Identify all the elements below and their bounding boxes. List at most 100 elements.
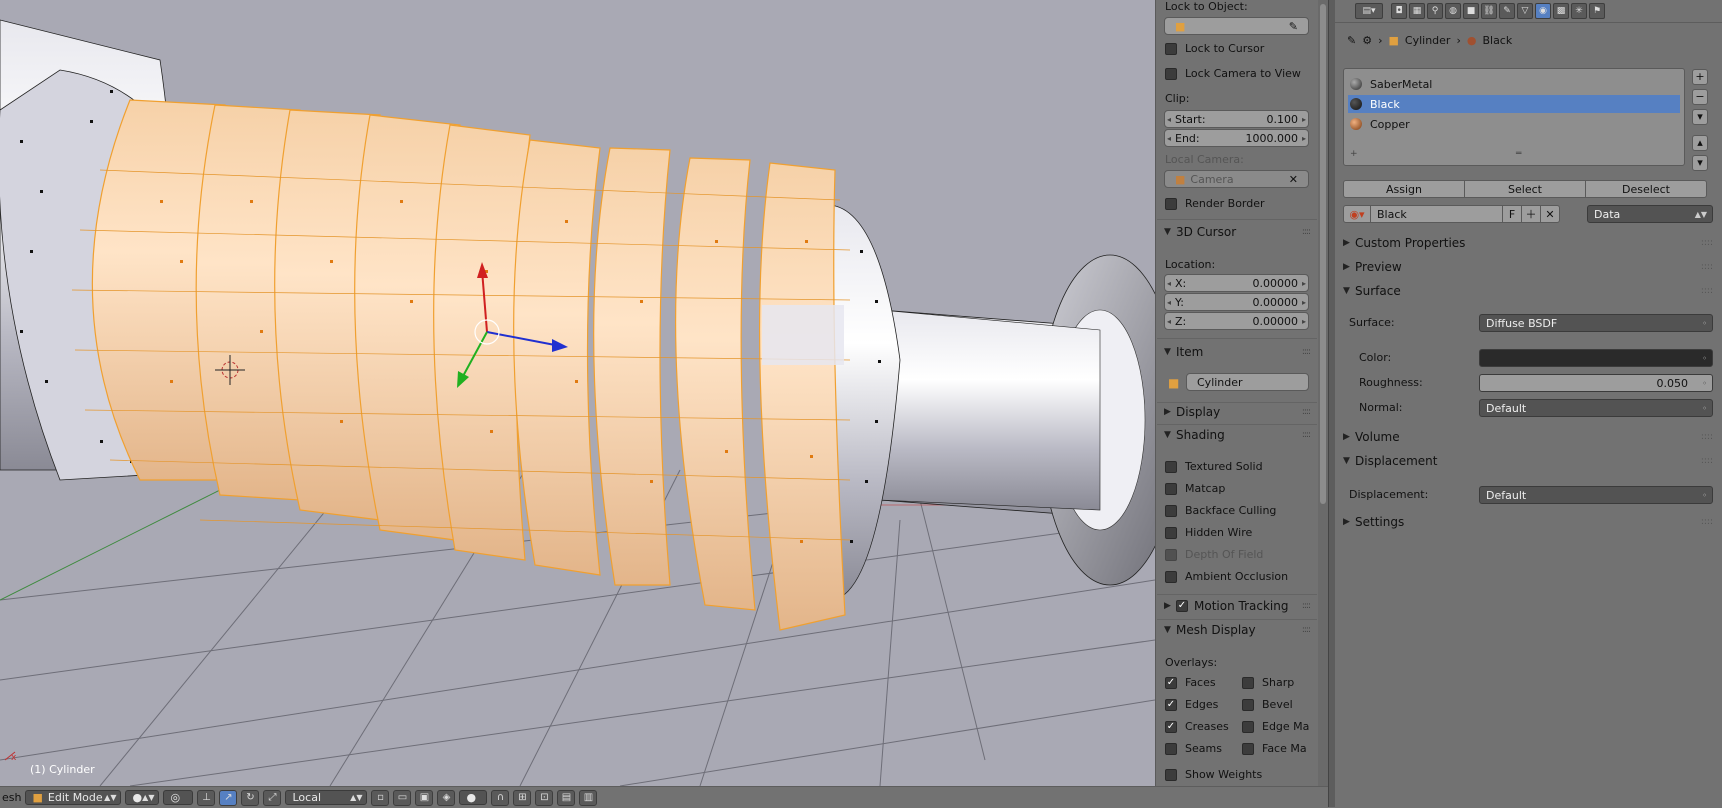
volume-panel-header[interactable]: ▶ Volume:::: <box>1343 430 1713 444</box>
pin-icon[interactable]: ✎ <box>1347 34 1356 47</box>
editor-menu-fragment[interactable]: esh <box>2 791 21 804</box>
cursor-y-field[interactable]: Y:0.00000 <box>1164 293 1309 311</box>
seams-overlay-checkbox[interactable]: Seams <box>1165 742 1222 755</box>
ambient-occlusion-checkbox[interactable]: Ambient Occlusion <box>1165 570 1288 583</box>
cursor-x-field[interactable]: X:0.00000 <box>1164 274 1309 292</box>
bevel-overlay-checkbox[interactable]: Bevel <box>1242 698 1293 711</box>
snap-target-icon[interactable]: ⊡ <box>535 789 554 806</box>
item-section-header[interactable]: ▼ Item:::: <box>1164 345 1311 359</box>
object-tab-icon[interactable]: ■ <box>1463 3 1479 19</box>
roughness-slider[interactable]: 0.050 ◦ <box>1479 374 1713 392</box>
translate-manipulator-icon[interactable]: ↗ <box>219 789 238 806</box>
move-slot-down-button[interactable]: ▾ <box>1692 155 1708 171</box>
motion-tracking-checkbox[interactable] <box>1176 600 1188 612</box>
new-material-button[interactable]: ＋ <box>1521 205 1541 223</box>
mode-dropdown[interactable]: ■ Edit Mode ▲▼ <box>25 790 122 805</box>
list-filter-icon[interactable]: + <box>1350 149 1358 159</box>
render-tab-icon[interactable]: ◘ <box>1391 3 1407 19</box>
pivot-dropdown[interactable]: ◎ <box>163 790 194 805</box>
mesh-display-section-header[interactable]: ▼ Mesh Display:::: <box>1164 623 1311 637</box>
material-tab-icon[interactable]: ◉ <box>1535 3 1551 19</box>
scene-canvas[interactable]: x <box>0 0 1155 786</box>
render-border-checkbox[interactable]: Render Border <box>1165 197 1265 210</box>
data-tab-icon[interactable]: ▽ <box>1517 3 1533 19</box>
occlude-geometry-icon[interactable]: ◈ <box>437 789 456 806</box>
shading-section-header[interactable]: ▼ Shading:::: <box>1164 428 1311 442</box>
3d-cursor-section-header[interactable]: ▼ 3D Cursor:::: <box>1164 225 1311 239</box>
textured-solid-checkbox[interactable]: Textured Solid <box>1165 460 1263 473</box>
link-dropdown[interactable]: Data ▲▼ <box>1587 205 1713 223</box>
layer-face-icon[interactable]: ▣ <box>415 789 434 806</box>
unlink-material-button[interactable]: ✕ <box>1540 205 1560 223</box>
surface-shader-dropdown[interactable]: Diffuse BSDF ◦ <box>1479 314 1713 332</box>
constraints-tab-icon[interactable]: ⛓ <box>1481 3 1497 19</box>
material-slot-sabermetal[interactable]: SaberMetal <box>1348 75 1680 93</box>
drag-grip-icon[interactable]: :::: <box>1701 456 1713 466</box>
creases-overlay-checkbox[interactable]: Creases <box>1165 720 1229 733</box>
render-icon[interactable]: ▤ <box>557 789 576 806</box>
displacement-panel-header[interactable]: ▼ Displacement:::: <box>1343 454 1713 468</box>
material-slot-black[interactable]: Black <box>1348 95 1680 113</box>
drag-grip-icon[interactable]: :::: <box>1302 407 1311 417</box>
layer-edge-icon[interactable]: ▭ <box>393 789 412 806</box>
texture-tab-icon[interactable]: ▩ <box>1553 3 1569 19</box>
backface-culling-checkbox[interactable]: Backface Culling <box>1165 504 1276 517</box>
material-name-field[interactable]: Black <box>1370 205 1503 223</box>
render-layers-tab-icon[interactable]: ▦ <box>1409 3 1425 19</box>
lock-camera-box[interactable] <box>1165 67 1177 80</box>
sidebar-scroll-thumb[interactable] <box>1320 4 1326 504</box>
particles-tab-icon[interactable]: ✳ <box>1571 3 1587 19</box>
3d-viewport[interactable]: x (1) Cylinder <box>0 0 1155 786</box>
move-slot-up-button[interactable]: ▴ <box>1692 135 1708 151</box>
physics-tab-icon[interactable]: ⚑ <box>1589 3 1605 19</box>
drag-grip-icon[interactable]: :::: <box>1701 432 1713 442</box>
motion-tracking-section-header[interactable]: ▶Motion Tracking:::: <box>1164 599 1311 613</box>
lock-to-cursor-checkbox[interactable]: Lock to Cursor <box>1165 42 1264 55</box>
displacement-dropdown[interactable]: Default ◦ <box>1479 486 1713 504</box>
scale-manipulator-icon[interactable]: ⤢ <box>263 789 282 806</box>
deselect-button[interactable]: Deselect <box>1585 180 1707 198</box>
lock-to-cursor-box[interactable] <box>1165 42 1177 55</box>
snap-element-icon[interactable]: ⊞ <box>513 789 532 806</box>
orientation-dropdown[interactable]: Local ▲▼ <box>285 790 368 805</box>
clip-end-field[interactable]: End:1000.000 <box>1164 129 1309 147</box>
manipulator-toggle-icon[interactable]: ⊥ <box>197 789 216 806</box>
sidebar-scrollbar[interactable] <box>1318 0 1328 786</box>
sharp-overlay-checkbox[interactable]: Sharp <box>1242 676 1294 689</box>
world-tab-icon[interactable]: ◍ <box>1445 3 1461 19</box>
drag-grip-icon[interactable]: :::: <box>1302 227 1311 237</box>
lock-camera-to-view-checkbox[interactable]: Lock Camera to View <box>1165 67 1301 80</box>
matcap-checkbox[interactable]: Matcap <box>1165 482 1225 495</box>
modifiers-tab-icon[interactable]: ✎ <box>1499 3 1515 19</box>
drag-grip-icon[interactable]: :::: <box>1302 625 1311 635</box>
proportional-edit-dropdown[interactable]: ● <box>459 790 488 805</box>
fake-user-button[interactable]: F <box>1502 205 1522 223</box>
snap-magnet-icon[interactable]: ∩ <box>491 789 510 806</box>
add-slot-button[interactable]: + <box>1692 69 1708 85</box>
faces-overlay-checkbox[interactable]: Faces <box>1165 676 1216 689</box>
render-border-box[interactable] <box>1165 197 1177 210</box>
list-resize-grip-icon[interactable]: ═ <box>1516 149 1521 159</box>
lock-object-field[interactable]: ■ ✎ <box>1164 17 1309 35</box>
object-name-field[interactable]: Cylinder <box>1186 373 1309 391</box>
normal-dropdown[interactable]: Default ◦ <box>1479 399 1713 417</box>
local-camera-field[interactable]: ■ Camera ✕ <box>1164 170 1309 188</box>
viewport-shading-dropdown[interactable]: ● ▲▼ <box>125 790 160 805</box>
cursor-z-field[interactable]: Z:0.00000 <box>1164 312 1309 330</box>
drag-grip-icon[interactable]: :::: <box>1302 601 1311 611</box>
drag-grip-icon[interactable]: :::: <box>1701 262 1713 272</box>
render-anim-icon[interactable]: ▥ <box>579 789 598 806</box>
drag-grip-icon[interactable]: :::: <box>1701 286 1713 296</box>
remove-slot-button[interactable]: − <box>1692 89 1708 105</box>
preview-panel-header[interactable]: ▶ Preview:::: <box>1343 260 1713 274</box>
editor-type-icon[interactable]: ▤▾ <box>1355 3 1383 19</box>
show-weights-checkbox[interactable]: Show Weights <box>1165 768 1262 781</box>
clip-start-field[interactable]: Start:0.100 <box>1164 110 1309 128</box>
edges-overlay-checkbox[interactable]: Edges <box>1165 698 1218 711</box>
hidden-wire-checkbox[interactable]: Hidden Wire <box>1165 526 1252 539</box>
custom-properties-panel-header[interactable]: ▶ Custom Properties:::: <box>1343 236 1713 250</box>
slot-specials-button[interactable]: ▾ <box>1692 109 1708 125</box>
surface-panel-header[interactable]: ▼ Surface:::: <box>1343 284 1713 298</box>
select-button[interactable]: Select <box>1464 180 1586 198</box>
rotate-manipulator-icon[interactable]: ↻ <box>241 789 260 806</box>
